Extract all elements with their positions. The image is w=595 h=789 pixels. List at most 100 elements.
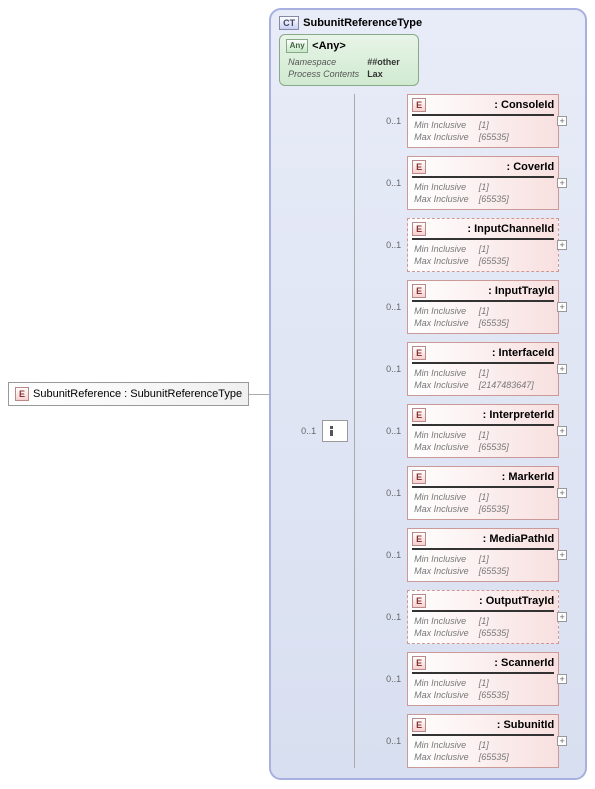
max-label: Max Inclusive (414, 504, 477, 514)
complex-type-title: CT SubunitReferenceType (279, 16, 577, 30)
max-label: Max Inclusive (414, 566, 477, 576)
ref-element-box[interactable]: E : InputChannelId Min Inclusive[1]Max Inc… (407, 218, 559, 272)
ref-element-box[interactable]: E: SubunitIdMin Inclusive[1]Max Inclusiv… (407, 714, 559, 768)
min-value: [1] (479, 430, 517, 440)
max-value: [65535] (479, 318, 517, 328)
ref-element-box[interactable]: E: InterfaceIdMin Inclusive[1]Max Inclus… (407, 342, 559, 396)
element-badge: E (412, 532, 426, 546)
expand-icon[interactable]: + (557, 364, 567, 374)
schema-diagram: E SubunitReference : SubunitReferenceTyp… (8, 8, 587, 780)
min-label: Min Inclusive (414, 678, 477, 688)
max-label: Max Inclusive (414, 628, 477, 638)
constraints: Min Inclusive[1]Max Inclusive[65535] (412, 676, 519, 702)
min-value: [1] (479, 182, 517, 192)
any-prop-value: Lax (367, 69, 406, 79)
ref-header: E: MediaPathId (412, 532, 554, 550)
ref-element-box[interactable]: E: InputTrayIdMin Inclusive[1]Max Inclus… (407, 280, 559, 334)
min-value: [1] (479, 244, 517, 254)
ref-element-box[interactable]: E: CoverIdMin Inclusive[1]Max Inclusive[… (407, 156, 559, 210)
ref-element-box[interactable]: E: MediaPathId Min Inclusive[1]Max Inclus… (407, 528, 559, 582)
child-occurrence: 0..1 (364, 488, 407, 498)
child-row: 0..1 E: MarkerId Min Inclusive[1]Max Inclu… (364, 466, 559, 520)
sequence-icon (328, 425, 342, 437)
min-value: [1] (479, 740, 517, 750)
ref-type: : SubunitId (497, 719, 554, 731)
ref-element-box[interactable]: E: MarkerId Min Inclusive[1]Max Inclusive… (407, 466, 559, 520)
ref-type: : InputChannelId (467, 223, 554, 235)
max-label: Max Inclusive (414, 132, 477, 142)
element-badge: E (412, 222, 426, 236)
constraints: Min Inclusive[1]Max Inclusive[65535] (412, 552, 519, 578)
ref-element-box[interactable]: E: ScannerIdMin Inclusive[1]Max Inclusiv… (407, 652, 559, 706)
ref-element-box[interactable]: E: OutputTrayIdMin Inclusive[1]Max Inclu… (407, 590, 559, 644)
ref-element-box[interactable]: E : InterpreterId Min Inclusive[1]Max Incl… (407, 404, 559, 458)
ref-header: E : InterpreterId (412, 408, 554, 426)
any-header: Any <Any> (286, 39, 412, 53)
min-value: [1] (479, 120, 517, 130)
expand-icon[interactable]: + (557, 240, 567, 250)
max-value: [65535] (479, 566, 517, 576)
ref-header: E : InputChannelId (412, 222, 554, 240)
min-label: Min Inclusive (414, 306, 477, 316)
min-value: [1] (479, 492, 517, 502)
expand-icon[interactable]: + (557, 550, 567, 560)
element-badge: E (412, 408, 426, 422)
ref-header: E: CoverId (412, 160, 554, 178)
ref-type: : InterfaceId (492, 347, 554, 359)
expand-icon[interactable]: + (557, 488, 567, 498)
ct-badge: CT (279, 16, 299, 30)
sequence-indicator[interactable] (322, 420, 348, 442)
child-occurrence: 0..1 (364, 178, 407, 188)
expand-icon[interactable]: + (557, 674, 567, 684)
root-element-box[interactable]: E SubunitReference : SubunitReferenceTyp… (8, 382, 249, 406)
min-label: Min Inclusive (414, 244, 477, 254)
expand-icon[interactable]: + (557, 302, 567, 312)
child-occurrence: 0..1 (364, 612, 407, 622)
min-label: Min Inclusive (414, 492, 477, 502)
constraints: Min Inclusive[1]Max Inclusive[65535] (412, 428, 519, 454)
max-value: [2147483647] (479, 380, 542, 390)
ref-header: E: MarkerId (412, 470, 554, 488)
element-badge: E (412, 98, 426, 112)
expand-icon[interactable]: + (557, 426, 567, 436)
element-badge: E (412, 718, 426, 732)
any-label: <Any> (312, 40, 346, 52)
child-occurrence: 0..1 (364, 674, 407, 684)
max-label: Max Inclusive (414, 690, 477, 700)
constraints: Min Inclusive[1]Max Inclusive[65535] (412, 118, 519, 144)
children-list: 0..1 E: ConsoleIdMin Inclusive[1]Max Incl… (364, 94, 559, 768)
child-occurrence: 0..1 (364, 240, 407, 250)
child-row: 0..1E: SubunitIdMin Inclusive[1]Max Incl… (364, 714, 559, 768)
child-occurrence: 0..1 (364, 736, 407, 746)
child-occurrence: 0..1 (364, 302, 407, 312)
child-row: 0..1E: InterfaceIdMin Inclusive[1]Max In… (364, 342, 559, 396)
element-badge: E (412, 346, 426, 360)
expand-icon[interactable]: + (557, 736, 567, 746)
child-row: 0..1E: CoverIdMin Inclusive[1]Max Inclus… (364, 156, 559, 210)
max-value: [65535] (479, 628, 517, 638)
any-box[interactable]: Any <Any> Namespace##other Process Conte… (279, 34, 419, 86)
max-label: Max Inclusive (414, 256, 477, 266)
min-label: Min Inclusive (414, 430, 477, 440)
complex-type-label: SubunitReferenceType (303, 17, 422, 29)
connector (249, 394, 269, 395)
child-occurrence: 0..1 (364, 364, 407, 374)
max-value: [65535] (479, 132, 517, 142)
expand-icon[interactable]: + (557, 178, 567, 188)
expand-icon[interactable]: + (557, 612, 567, 622)
max-value: [65535] (479, 504, 517, 514)
child-occurrence: 0..1 (364, 550, 407, 560)
expand-icon[interactable]: + (557, 116, 567, 126)
min-label: Min Inclusive (414, 554, 477, 564)
ref-type: : InterpreterId (483, 409, 555, 421)
min-label: Min Inclusive (414, 616, 477, 626)
element-badge: E (412, 656, 426, 670)
any-prop-value: ##other (367, 57, 406, 67)
ref-element-box[interactable]: E: ConsoleIdMin Inclusive[1]Max Inclusiv… (407, 94, 559, 148)
ref-header: E : SubunitId (412, 718, 554, 736)
root-element-label: SubunitReference : SubunitReferenceType (33, 388, 242, 400)
min-value: [1] (479, 616, 517, 626)
child-row: 0..1 E: MediaPathId Min Inclusive[1]Max In… (364, 528, 559, 582)
constraints: Min Inclusive[1]Max Inclusive[65535] (412, 304, 519, 330)
sequence-row: 0..1 0..1 E: ConsoleIdMin Inclusive[1]Max… (279, 94, 577, 768)
